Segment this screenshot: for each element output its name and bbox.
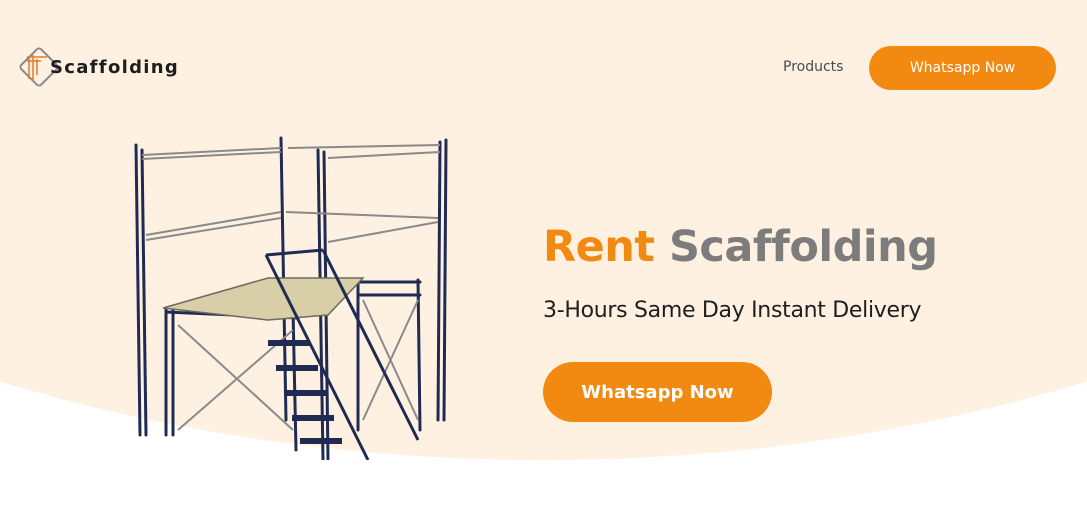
nav-link-products[interactable]: Products <box>783 59 843 75</box>
whatsapp-now-nav-button[interactable]: Whatsapp Now <box>869 46 1056 90</box>
navbar: Scaffolding Products Whatsapp Now <box>0 0 1087 136</box>
whatsapp-now-hero-button[interactable]: Whatsapp Now <box>543 362 772 422</box>
brand-name: Scaffolding <box>50 57 180 78</box>
brand-logo[interactable]: Scaffolding <box>17 45 178 91</box>
hero-title-accent: Rent <box>543 222 655 272</box>
page: Scaffolding Products Whatsapp Now Rent S… <box>0 0 1087 531</box>
hero-subtitle: 3-Hours Same Day Instant Delivery <box>543 298 922 323</box>
hero-title-rest: Scaffolding <box>668 222 938 272</box>
hero-title: Rent Scaffolding <box>543 219 938 275</box>
scaffolding-tower-image <box>118 130 468 462</box>
